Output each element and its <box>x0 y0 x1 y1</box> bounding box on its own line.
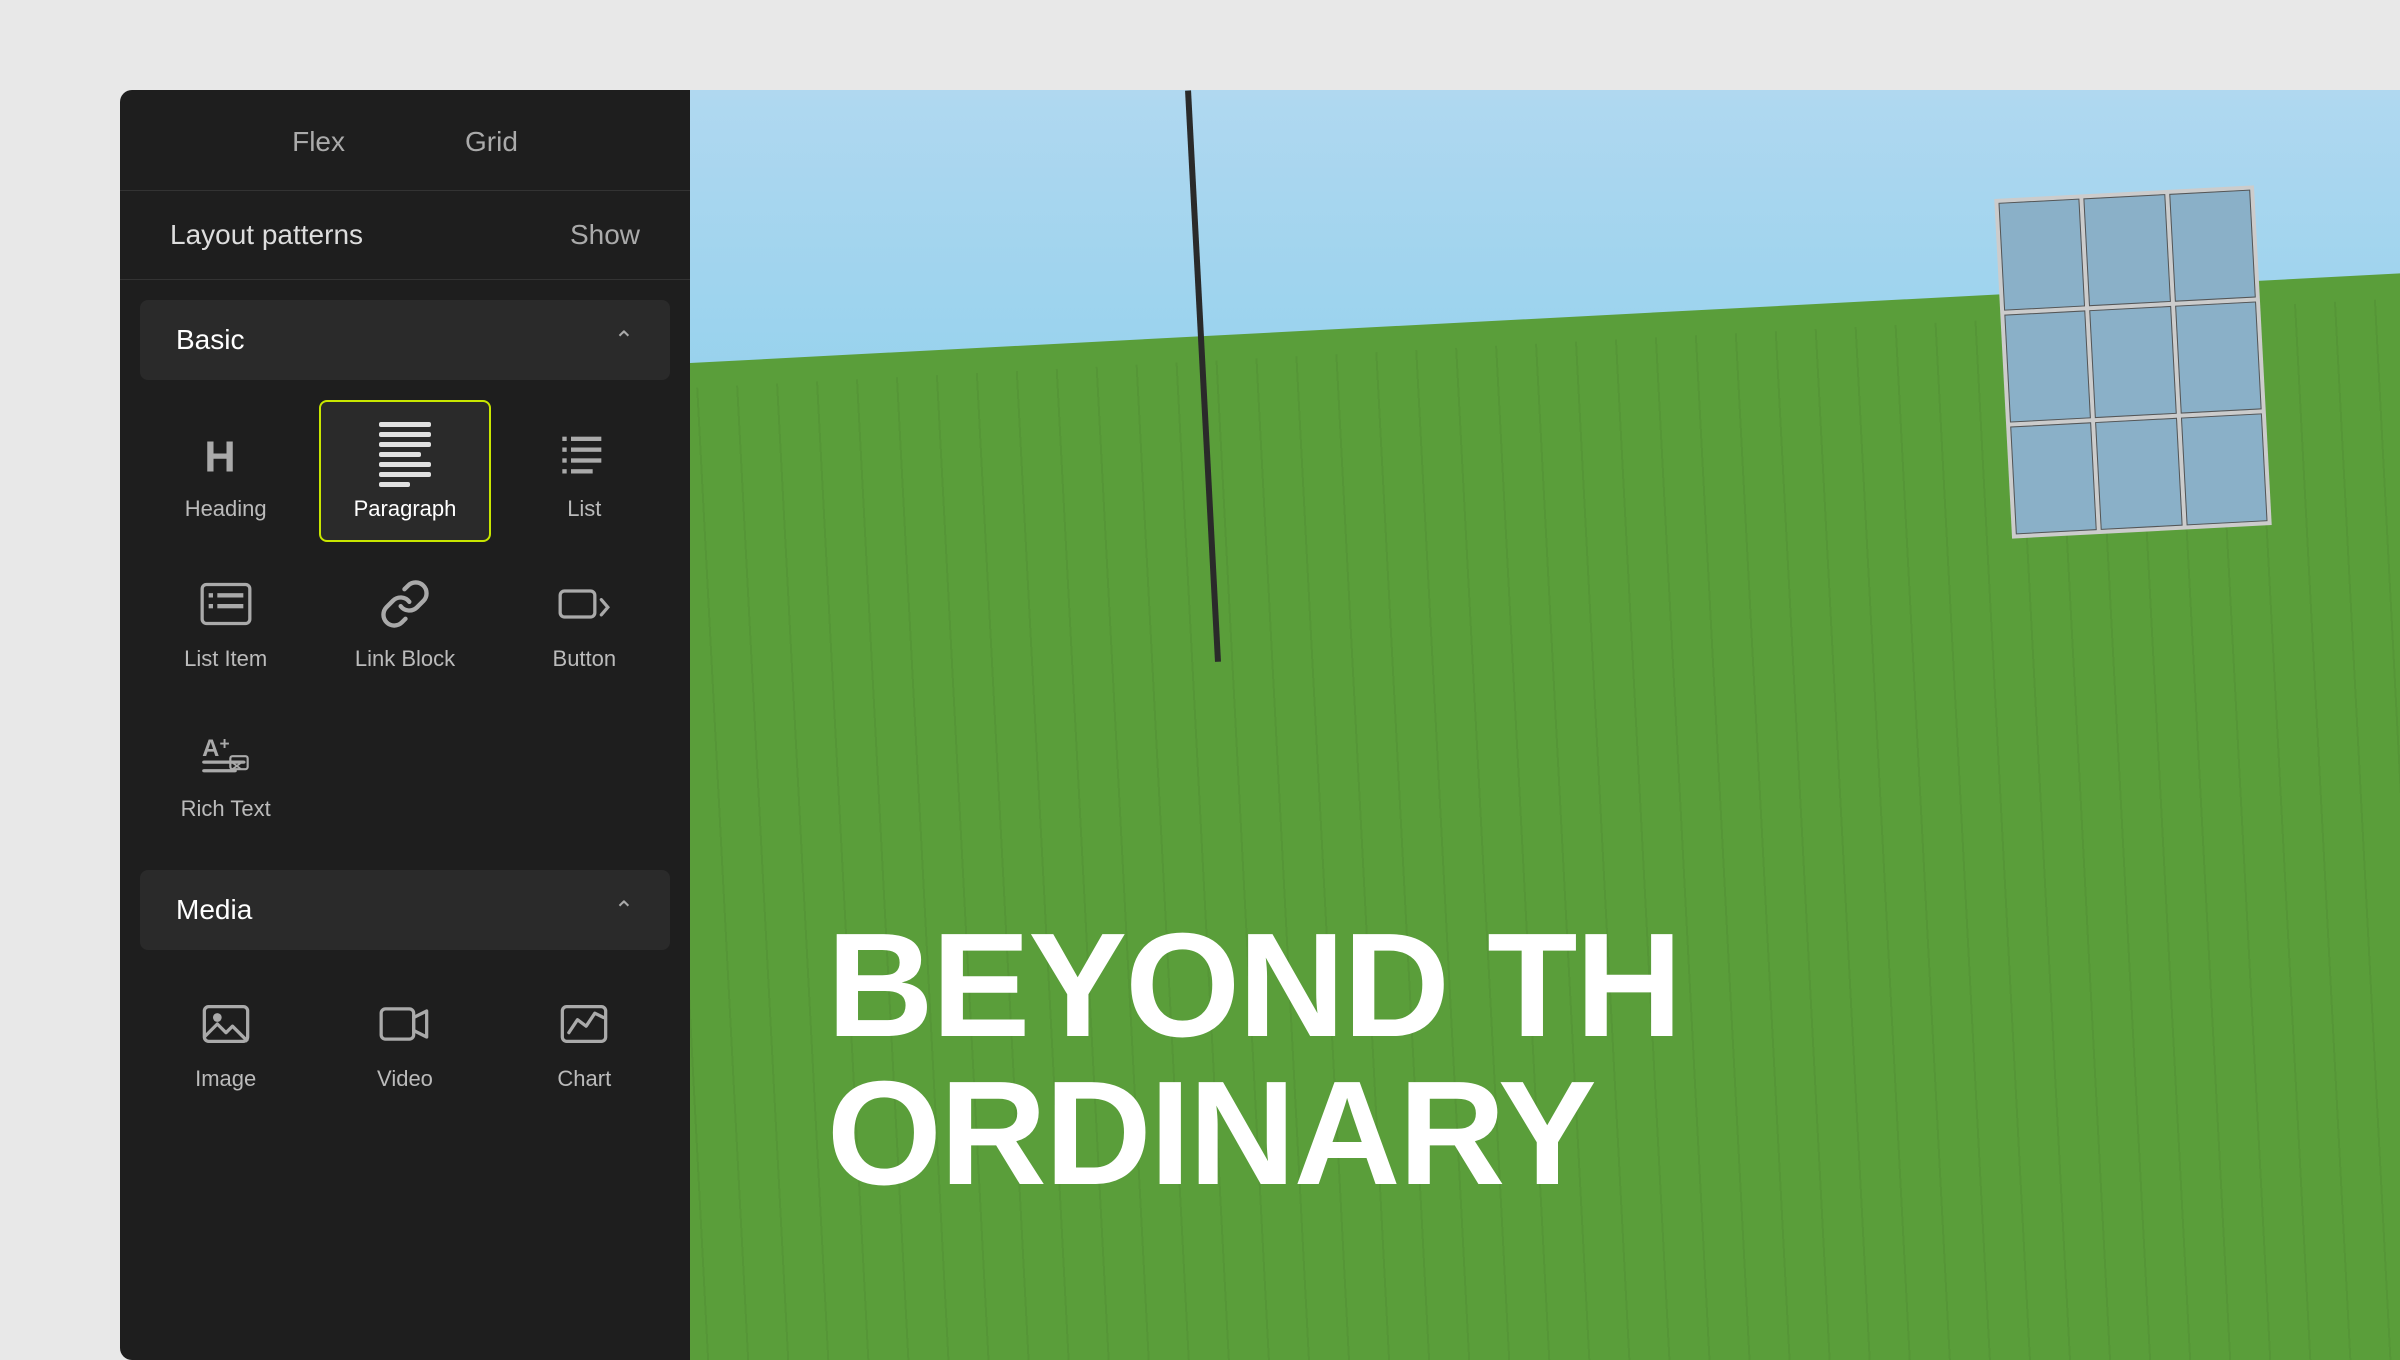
window-pane <box>2175 301 2262 413</box>
window-pane <box>2084 194 2171 306</box>
button-item[interactable]: Button <box>499 550 670 692</box>
list-item-label: List Item <box>184 646 267 672</box>
list-icon <box>552 426 616 482</box>
basic-section-title: Basic <box>176 324 244 356</box>
list-item-icon <box>194 576 258 632</box>
chart-icon <box>552 996 616 1052</box>
basic-section-chevron-icon: ⌃ <box>614 326 634 355</box>
canvas-panel: BEYOND TH ORDINARY <box>690 90 2400 1360</box>
svg-text:H: H <box>204 433 235 480</box>
tab-flex[interactable]: Flex <box>292 118 345 166</box>
panel-tabs: Flex Grid <box>120 90 690 191</box>
button-icon <box>552 576 616 632</box>
link-block-icon <box>373 576 437 632</box>
image-item[interactable]: Image <box>140 970 311 1112</box>
layout-patterns-show-button[interactable]: Show <box>570 219 640 251</box>
list-label: List <box>567 496 601 522</box>
heading-icon: H <box>194 426 258 482</box>
image-icon <box>194 996 258 1052</box>
window-pane <box>2181 413 2268 525</box>
video-item[interactable]: Video <box>319 970 490 1112</box>
canvas-image: BEYOND TH ORDINARY <box>690 90 2400 1360</box>
paragraph-icon <box>373 426 437 482</box>
window-pane <box>2090 306 2177 418</box>
chart-label: Chart <box>557 1066 611 1092</box>
heading-item[interactable]: H Heading <box>140 400 311 542</box>
image-label: Image <box>195 1066 256 1092</box>
window-pane <box>2010 422 2097 534</box>
chart-item[interactable]: Chart <box>499 970 670 1112</box>
media-items-grid: Image Video <box>120 950 690 1132</box>
window-pane <box>1999 198 2086 310</box>
list-item-block[interactable]: List <box>499 400 670 542</box>
media-section-chevron-icon: ⌃ <box>614 896 634 925</box>
video-label: Video <box>377 1066 433 1092</box>
basic-section-header[interactable]: Basic ⌃ <box>140 300 670 380</box>
layout-patterns-label: Layout patterns <box>170 219 363 251</box>
heading-label: Heading <box>185 496 267 522</box>
hero-text-container: BEYOND TH ORDINARY <box>827 912 2366 1208</box>
window-group <box>1994 185 2271 538</box>
media-section: Media ⌃ Image <box>120 862 690 1132</box>
window-pane <box>2096 417 2183 529</box>
layout-patterns-row: Layout patterns Show <box>120 191 690 280</box>
rich-text-label: Rich Text <box>181 796 271 822</box>
basic-section: Basic ⌃ H Heading <box>120 280 690 862</box>
link-block-item[interactable]: Link Block <box>319 550 490 692</box>
rich-text-icon: A + <box>194 726 258 782</box>
window-pane <box>2005 310 2092 422</box>
basic-section-content: H Heading <box>120 380 690 862</box>
hero-line1: BEYOND TH <box>827 912 2366 1060</box>
list-item-item[interactable]: List Item <box>140 550 311 692</box>
svg-text:+: + <box>219 734 229 754</box>
tab-grid[interactable]: Grid <box>465 118 518 166</box>
link-block-label: Link Block <box>355 646 455 672</box>
paragraph-label: Paragraph <box>354 496 457 522</box>
media-section-title: Media <box>176 894 252 926</box>
media-section-header[interactable]: Media ⌃ <box>140 870 670 950</box>
svg-text:A: A <box>202 735 219 762</box>
hero-line2: ORDINARY <box>827 1060 2366 1208</box>
rich-text-item[interactable]: A + Rich Text <box>140 700 311 842</box>
video-icon <box>373 996 437 1052</box>
basic-items-grid: H Heading <box>140 400 670 842</box>
paragraph-item[interactable]: Paragraph <box>319 400 490 542</box>
left-panel: Flex Grid Layout patterns Show Basic ⌃ <box>120 90 690 1360</box>
button-label: Button <box>553 646 617 672</box>
window-pane <box>2169 189 2256 301</box>
